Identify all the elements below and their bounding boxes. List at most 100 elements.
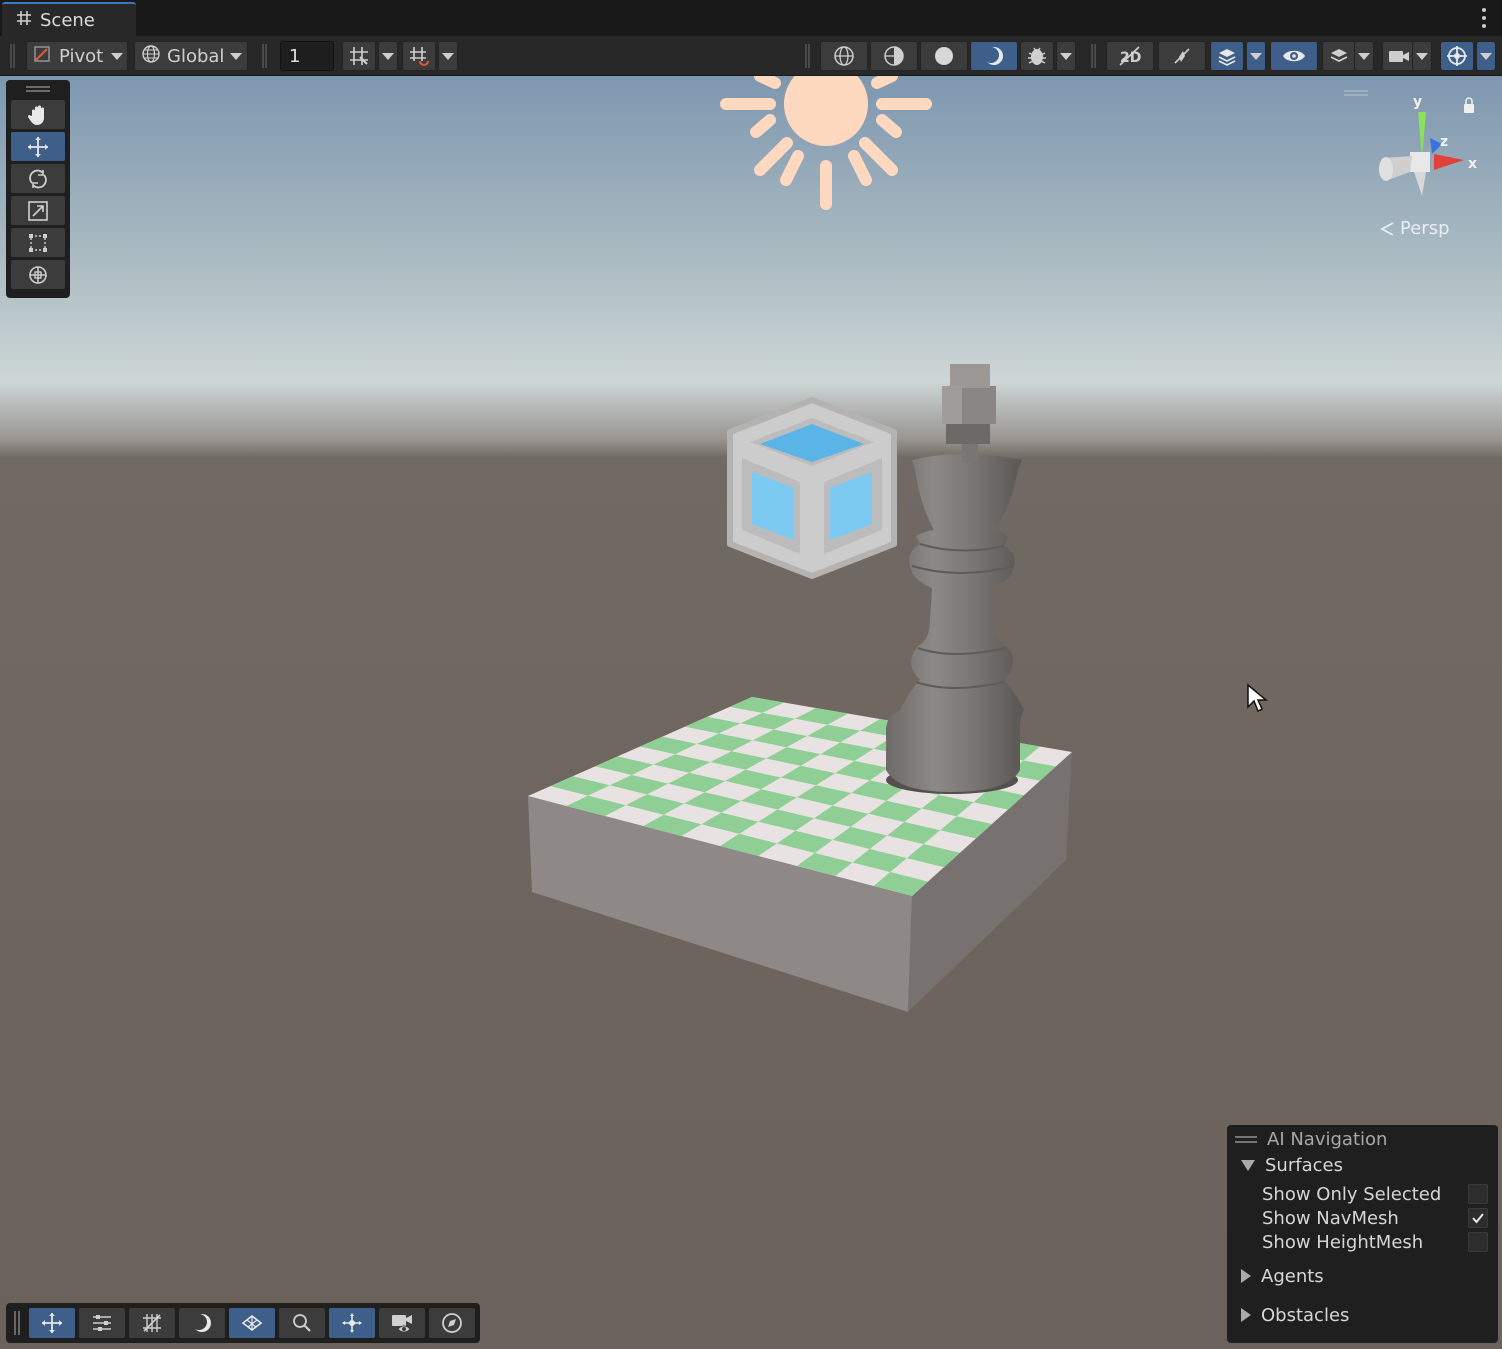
svg-text:x: x (1468, 156, 1477, 172)
increment-snap-icon (410, 47, 429, 66)
tools-overlay (6, 80, 70, 298)
view-tool-button[interactable] (11, 100, 65, 129)
agents-foldout[interactable]: Agents (1227, 1264, 1498, 1288)
move-tool-button[interactable] (11, 132, 65, 161)
foldout-expanded-icon (1241, 1159, 1255, 1171)
increment-snap-dropdown[interactable] (438, 41, 458, 71)
kebab-menu-icon[interactable] (1480, 8, 1488, 28)
gizmos-dropdown[interactable] (1476, 41, 1496, 71)
compass-overlay-button[interactable] (429, 1308, 475, 1338)
debug-draw-mode-button[interactable] (1020, 41, 1054, 71)
show-only-selected-checkbox[interactable] (1468, 1184, 1488, 1204)
increment-snap-button[interactable] (402, 41, 436, 71)
debug-draw-dropdown[interactable] (1056, 41, 1076, 71)
gizmos-icon (1447, 46, 1467, 66)
svg-text:z: z (1440, 134, 1448, 150)
rotate-tool-button[interactable] (11, 164, 65, 193)
obstacles-foldout[interactable]: Obstacles (1227, 1303, 1498, 1327)
rect-tool-button[interactable] (11, 228, 65, 257)
chevron-down-icon (230, 52, 243, 60)
light-off-icon (1174, 48, 1190, 64)
rotate-icon (29, 169, 47, 188)
move-arrows-icon (42, 1313, 62, 1333)
chess-king-piece[interactable] (886, 364, 1024, 794)
lit-mode-button[interactable] (970, 41, 1018, 71)
navmesh-icon (241, 1314, 263, 1332)
surfaces-foldout[interactable]: Surfaces (1227, 1153, 1498, 1177)
foldout-collapsed-icon (1241, 1269, 1251, 1283)
surfaces-label: Surfaces (1265, 1154, 1343, 1176)
wireframe-sphere-icon (834, 46, 854, 66)
pivot-overlay-button[interactable] (329, 1308, 375, 1338)
move-overlay-button[interactable] (29, 1308, 75, 1338)
lighting-overlay-button[interactable] (179, 1308, 225, 1338)
grid-settings-button[interactable] (129, 1308, 175, 1338)
toggle-2d-button[interactable]: 2D (1106, 41, 1154, 71)
shaded-wireframe-button[interactable] (870, 41, 918, 71)
hash-icon (16, 10, 32, 31)
camera-eye-icon (392, 1315, 412, 1333)
show-heightmesh-checkbox[interactable] (1468, 1232, 1488, 1252)
2d-icon: 2D (1119, 46, 1141, 66)
toolbar-separator (805, 44, 810, 68)
moon-sphere-icon (191, 1314, 211, 1332)
show-navmesh-toggle[interactable]: Show NavMesh (1227, 1206, 1498, 1230)
shaded-mode-button[interactable] (920, 41, 968, 71)
snap-increment-input[interactable]: 1 (280, 41, 334, 71)
lock-icon (1464, 104, 1474, 113)
scene-viewport[interactable]: y z x Persp AI Navigation Surfaces Show … (0, 76, 1502, 1349)
layers-dropdown[interactable] (1354, 41, 1374, 71)
tool-settings-button[interactable] (79, 1308, 125, 1338)
search-button[interactable] (279, 1308, 325, 1338)
grid-snap-icon (350, 47, 368, 65)
show-navmesh-checkbox[interactable] (1468, 1208, 1488, 1228)
camera-icon (1389, 51, 1409, 62)
grid-snap-dropdown[interactable] (378, 41, 398, 71)
bug-icon (1028, 47, 1046, 65)
shaded-sphere-icon (935, 47, 953, 65)
gizmo-drag-handle[interactable] (1344, 90, 1368, 96)
camera-settings-button[interactable] (1382, 41, 1416, 71)
toolbar-separator (262, 44, 267, 68)
show-only-selected-toggle[interactable]: Show Only Selected (1227, 1182, 1498, 1206)
transform-tool-button[interactable] (11, 260, 65, 289)
overlay-title: AI Navigation (1267, 1128, 1388, 1150)
grid-snap-button[interactable] (342, 41, 376, 71)
scale-icon (28, 200, 48, 221)
navmesh-surface-gizmo-icon[interactable] (727, 397, 897, 579)
eye-icon (1283, 50, 1305, 62)
svg-text:y: y (1413, 94, 1422, 110)
layers-button[interactable] (1322, 41, 1356, 71)
globe-icon (141, 44, 161, 69)
pivot-dropdown[interactable]: Pivot (26, 41, 128, 71)
compass-icon (442, 1313, 462, 1333)
scale-tool-button[interactable] (11, 196, 65, 225)
toggle-lighting-button[interactable] (1158, 41, 1206, 71)
tab-scene[interactable]: Scene (2, 2, 136, 36)
directional-light-sun-icon[interactable] (720, 76, 932, 210)
camera-settings-dropdown[interactable] (1412, 41, 1432, 71)
mouse-cursor-icon (1247, 683, 1268, 713)
toolbar-separator (1091, 44, 1096, 68)
gizmos-button[interactable] (1440, 41, 1474, 71)
global-dropdown[interactable]: Global (134, 41, 248, 71)
overlay-drag-handle[interactable] (14, 1311, 20, 1335)
overlay-drag-handle[interactable] (1235, 1135, 1257, 1143)
navmesh-overlay-button[interactable] (229, 1308, 275, 1338)
hand-icon (27, 105, 44, 125)
pivot-arrows-icon (342, 1313, 362, 1333)
wireframe-mode-button[interactable] (820, 41, 868, 71)
overlay-drag-handle[interactable] (26, 86, 50, 92)
show-heightmesh-toggle[interactable]: Show HeightMesh (1227, 1230, 1498, 1254)
foldout-collapsed-icon (1241, 1308, 1251, 1322)
scene-visibility-button[interactable] (1270, 41, 1318, 71)
search-icon (293, 1314, 311, 1332)
toolbar-grip[interactable] (10, 44, 15, 68)
scene-effects-dropdown[interactable] (1246, 41, 1266, 71)
camera-overlay-button[interactable] (379, 1308, 425, 1338)
projection-toggle[interactable]: Persp (1380, 218, 1450, 239)
chevron-down-icon (1416, 52, 1428, 60)
transform-icon (29, 265, 47, 284)
scene-effects-button[interactable] (1210, 41, 1244, 71)
shaded-wireframe-icon (884, 46, 904, 66)
